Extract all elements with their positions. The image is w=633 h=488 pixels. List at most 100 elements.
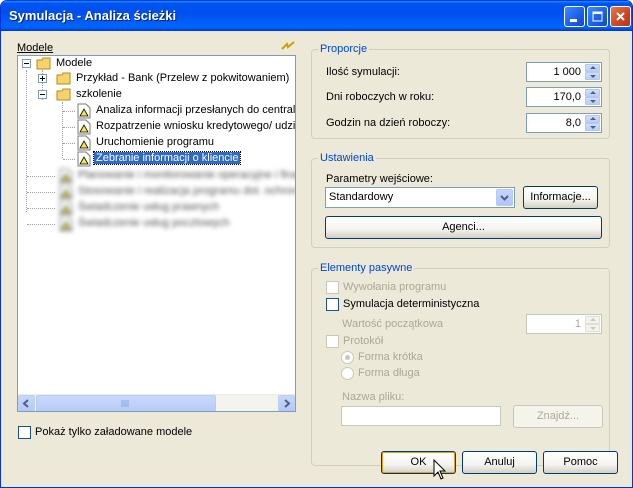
tree-item-model[interactable]: Uruchomienie programu (76, 135, 295, 151)
tree-line (27, 192, 55, 193)
tree-item-przyklad[interactable]: Przykład - Bank (Przelew z pokwitowaniem… (38, 71, 295, 87)
tree-item-model[interactable]: Stosowanie i realizacja programu dot. oc… (58, 184, 295, 200)
cancel-button-label: Anuluj (484, 456, 515, 468)
show-loaded-checkbox[interactable] (18, 426, 31, 439)
models-label: Modele (17, 42, 54, 54)
help-button-label: Pomoc (563, 456, 598, 468)
model-file-icon (77, 119, 91, 135)
expand-toggle[interactable] (38, 74, 47, 83)
agents-button[interactable]: Agenci... (325, 216, 602, 239)
workdays-spinner[interactable]: 170,0 (526, 87, 602, 107)
scroll-thumb[interactable] (36, 395, 216, 411)
close-icon (616, 12, 625, 21)
spinner-buttons[interactable] (585, 316, 600, 332)
model-file-icon (59, 184, 73, 200)
tree-line (27, 224, 55, 225)
protocol-label: Protokół (343, 335, 384, 347)
tree-item-modele[interactable]: Modele (22, 56, 292, 72)
cancel-button[interactable]: Anuluj (462, 451, 537, 474)
ustawienia-group: Ustawienia Parametry wejściowe: Standard… (311, 152, 610, 248)
tree-item-model[interactable]: Planowanie i monitorowanie operacyjne i … (58, 168, 295, 184)
tree-line (63, 159, 75, 160)
folder-open-icon (56, 88, 71, 101)
spin-down-icon[interactable] (585, 72, 600, 80)
workdays-label: Dni roboczych w roku: (326, 91, 435, 103)
protocol-checkbox[interactable] (326, 335, 339, 348)
spin-up-icon[interactable] (585, 89, 600, 97)
proporcje-group: Proporcje Ilość symulacji: 1 000 Dni rob… (311, 43, 610, 139)
short-form-radio[interactable] (341, 351, 354, 364)
model-file-icon (59, 168, 73, 184)
spin-up-icon[interactable] (585, 316, 600, 324)
maximize-icon (592, 11, 603, 22)
lightning-icon[interactable] (281, 41, 295, 51)
long-form-label: Forma długa (358, 367, 420, 379)
maximize-button[interactable] (587, 6, 608, 27)
tree-line (63, 143, 75, 144)
spin-up-icon[interactable] (585, 115, 600, 123)
spinner-buttons[interactable] (585, 115, 600, 131)
minimize-icon (570, 19, 577, 22)
workdays-value: 170,0 (553, 91, 581, 103)
agents-button-label: Agenci... (442, 221, 485, 233)
filename-label: Nazwa pliku: (342, 391, 405, 403)
scroll-right-button[interactable] (278, 395, 295, 411)
deterministic-label: Symulacja deterministyczna (343, 298, 480, 310)
find-button-label: Znajdź... (536, 410, 580, 422)
model-tree[interactable]: Modele Przykład - Bank (Przelew z pokwit… (17, 55, 296, 412)
dropdown-button[interactable] (496, 189, 513, 206)
params-dropdown[interactable]: Standardowy (325, 187, 515, 208)
calls-label: Wywołania programu (343, 281, 447, 293)
params-label: Parametry wejściowe: (326, 173, 433, 185)
hours-value: 8,0 (565, 117, 581, 129)
folder-icon (36, 57, 51, 70)
find-button[interactable]: Znajdź... (513, 405, 603, 428)
deterministic-checkbox[interactable] (326, 298, 339, 311)
collapse-toggle[interactable] (22, 59, 31, 68)
help-button[interactable]: Pomoc (543, 451, 618, 474)
long-form-radio[interactable] (341, 367, 354, 380)
title-bar[interactable]: Symulacja - Analiza ścieżki (1, 1, 632, 31)
tree-item-model[interactable]: Analiza informacji przesłanych do centra… (76, 103, 295, 119)
simulations-spinner[interactable]: 1 000 (526, 62, 602, 82)
tree-item-model[interactable]: Świadczenie usług prawnych (58, 200, 295, 216)
spin-down-icon[interactable] (585, 123, 600, 131)
spin-down-icon[interactable] (585, 97, 600, 105)
spin-up-icon[interactable] (585, 64, 600, 72)
short-form-label: Forma krótka (358, 351, 423, 363)
tree-item-model[interactable]: Świadczenie usług pocztowych (58, 216, 295, 232)
filename-input[interactable] (341, 406, 501, 426)
simulations-label: Ilość symulacji: (326, 66, 400, 78)
calls-checkbox[interactable] (326, 281, 339, 294)
hours-spinner[interactable]: 8,0 (526, 113, 602, 133)
tree-item-szkolenie[interactable]: szkolenie (38, 87, 295, 103)
ustawienia-title: Ustawienia (318, 152, 376, 164)
info-button[interactable]: Informacje... (523, 186, 598, 209)
ok-button-label: OK (410, 456, 427, 468)
dialog-body: Modele Modele Przykład - Bank (Przelew z… (5, 31, 628, 485)
horizontal-scrollbar[interactable] (18, 394, 295, 411)
params-value: Standardowy (329, 191, 394, 203)
arrow-right-icon (284, 399, 291, 408)
initial-spinner[interactable]: 1 (526, 314, 602, 334)
initial-value: 1 (574, 318, 581, 330)
spin-down-icon[interactable] (585, 324, 600, 332)
show-loaded-label: Pokaż tylko załadowane modele (35, 426, 193, 438)
spinner-buttons[interactable] (585, 89, 600, 105)
tree-item-selected[interactable]: Zebranie informacji o kliencie (76, 151, 295, 167)
spinner-buttons[interactable] (585, 64, 600, 80)
chevron-down-icon (500, 195, 509, 201)
info-button-label: Informacje... (530, 191, 591, 203)
proporcje-title: Proporcje (318, 43, 370, 55)
arrow-left-icon (22, 399, 29, 408)
model-file-icon (77, 135, 91, 151)
close-button[interactable] (610, 6, 631, 27)
collapse-toggle[interactable] (38, 90, 47, 99)
window-title: Symulacja - Analiza ścieżki (9, 8, 177, 23)
tree-item-model[interactable]: Rozpatrzenie wniosku kredytowego/ udzi (76, 119, 295, 135)
scroll-left-button[interactable] (18, 395, 35, 411)
grip-icon (121, 400, 129, 407)
minimize-button[interactable] (564, 6, 585, 27)
model-file-icon (59, 200, 73, 216)
pasywne-title: Elementy pasywne (318, 262, 415, 274)
